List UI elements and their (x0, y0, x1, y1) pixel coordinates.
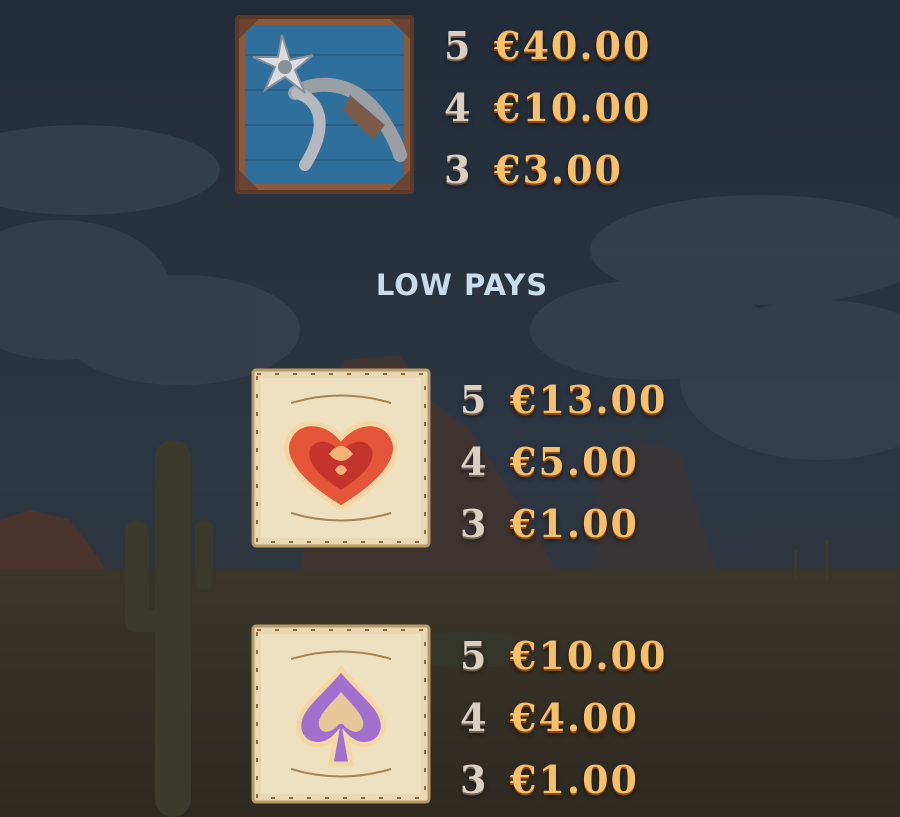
low-pays-heading: LOW PAYS (375, 268, 549, 302)
spade-symbol (251, 624, 431, 804)
symbol-count: 3 (460, 501, 489, 546)
spur-symbol (235, 15, 414, 194)
symbol-count: 5 (460, 633, 489, 678)
symbol-count: 5 (444, 23, 473, 68)
pay-row: 4 €10.00 (444, 77, 651, 139)
payout-amount: €4.00 (510, 695, 639, 740)
pay-row: 4 €4.00 (460, 687, 667, 749)
heart-symbol (251, 368, 431, 548)
payout-amount: €5.00 (510, 439, 639, 484)
pay-row: 5 €13.00 (460, 369, 667, 431)
spade-paytable: 5 €10.00 4 €4.00 3 €1.00 (460, 625, 667, 811)
symbol-count: 4 (460, 695, 489, 740)
pay-row: 5 €10.00 (460, 625, 667, 687)
pay-row: 3 €1.00 (460, 493, 667, 555)
payout-amount: €13.00 (510, 377, 668, 422)
heart-icon (251, 368, 431, 548)
pay-row: 5 €40.00 (444, 15, 651, 77)
payout-amount: €40.00 (494, 23, 652, 68)
symbol-count: 3 (460, 757, 489, 802)
payout-amount: €10.00 (494, 85, 652, 130)
symbol-count: 4 (444, 85, 473, 130)
pay-row: 4 €5.00 (460, 431, 667, 493)
spur-paytable: 5 €40.00 4 €10.00 3 €3.00 (444, 15, 651, 201)
pay-row: 3 €3.00 (444, 139, 651, 201)
payout-amount: €1.00 (510, 501, 639, 546)
spade-icon (251, 624, 431, 804)
payout-amount: €10.00 (510, 633, 668, 678)
spur-icon (235, 15, 414, 194)
symbol-count: 5 (460, 377, 489, 422)
symbol-count: 3 (444, 147, 473, 192)
payout-amount: €1.00 (510, 757, 639, 802)
heart-paytable: 5 €13.00 4 €5.00 3 €1.00 (460, 369, 667, 555)
payout-amount: €3.00 (494, 147, 623, 192)
symbol-count: 4 (460, 439, 489, 484)
pay-row: 3 €1.00 (460, 749, 667, 811)
